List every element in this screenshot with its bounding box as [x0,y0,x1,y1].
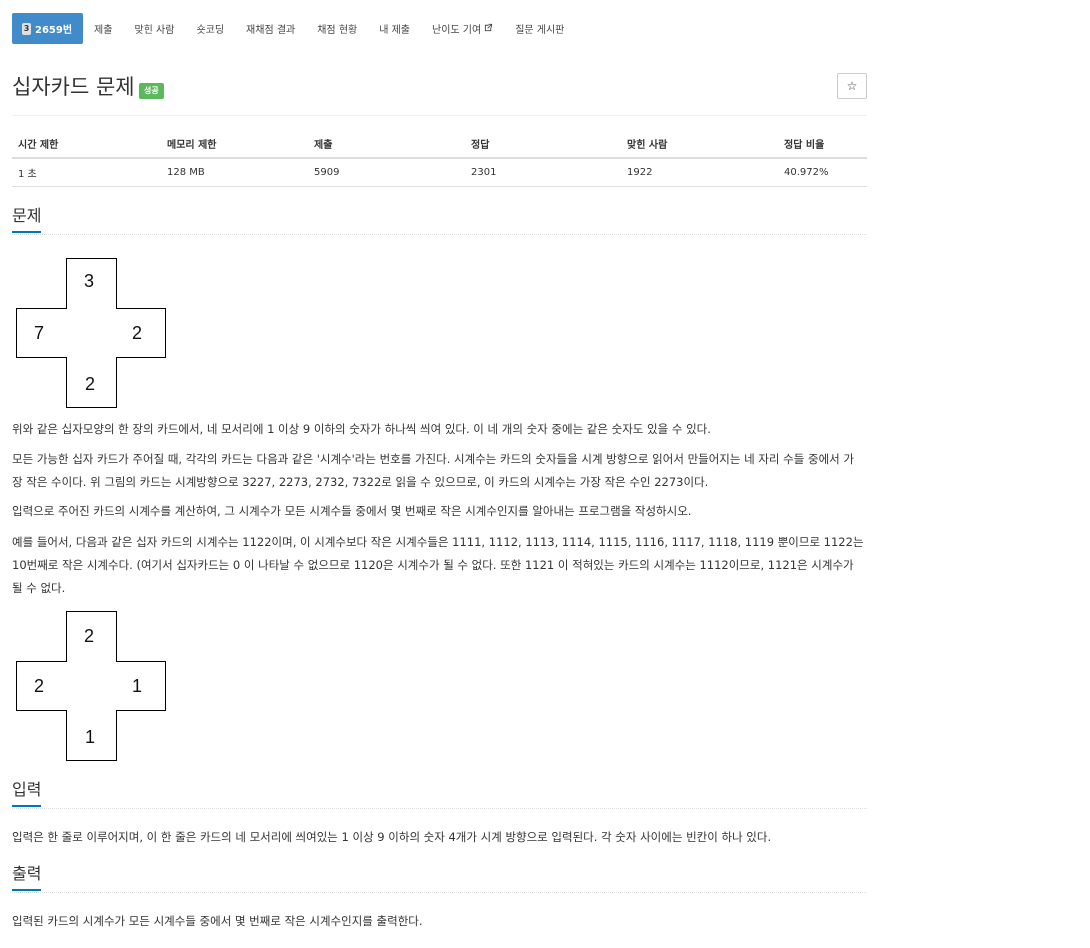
nav-judge-status[interactable]: 채점 현황 [306,13,368,44]
header-accept-ratio: 정답 비율 [778,130,867,159]
nav-difficulty-contribute[interactable]: 난이도 기여 [421,13,504,44]
header-solved-users: 맞힌 사람 [621,130,778,159]
description-paragraph-4: 예를 들어서, 다음과 같은 십자 카드의 시계수는 1122이며, 이 시계수… [12,535,864,595]
star-icon: ☆ [846,79,858,93]
input-heading: 입력 [12,779,42,807]
problem-title-row: 십자카드 문제 성공 ☆ [12,73,867,113]
card2-right-number: 1 [132,676,142,696]
info-value-row: 1 초 128 MB 5909 2301 1922 40.972% [12,158,867,187]
header-time-limit: 시간 제한 [12,130,161,159]
output-description: 입력된 카드의 시계수가 모든 시계수들 중에서 몇 번째로 작은 시계수인지를… [12,914,423,928]
status-badge: 성공 [139,83,164,99]
problem-id-label: 2659번 [35,25,73,36]
card1-left-number: 7 [34,323,44,343]
input-section-header: 입력 [12,779,867,809]
card1-top-number: 3 [84,271,94,291]
section-divider [12,892,867,893]
title-divider [12,115,867,116]
card2-bottom-number: 1 [85,727,95,747]
value-time-limit: 1 초 [12,158,161,187]
cross-card-figure-2: 2 2 1 1 [16,611,166,761]
value-submissions: 5909 [308,158,465,187]
problem-page: 3 2659번 제출 맞힌 사람 숏코딩 재채점 결과 채점 현황 내 제출 난… [0,0,1090,948]
section-divider [12,234,867,235]
nav-my-submissions[interactable]: 내 제출 [368,13,421,44]
tier-icon: 3 [22,22,31,35]
problem-info-table: 시간 제한 메모리 제한 제출 정답 맞힌 사람 정답 비율 1 초 128 M… [12,130,867,187]
card1-right-number: 2 [132,323,142,343]
nav-solved-users[interactable]: 맞힌 사람 [123,13,185,44]
header-accepted: 정답 [465,130,621,159]
nav-rejudge-result[interactable]: 재채점 결과 [235,13,306,44]
cross-card-figure-1: 3 7 2 2 [16,258,166,408]
problem-nav: 3 2659번 제출 맞힌 사람 숏코딩 재채점 결과 채점 현황 내 제출 난… [12,13,575,44]
card2-top-number: 2 [84,626,94,646]
description-paragraph-3: 입력으로 주어진 카드의 시계수를 계산하여, 그 시계수가 모든 시계수들 중… [12,504,692,518]
output-heading: 출력 [12,863,42,891]
description-paragraph-2: 모든 가능한 십자 카드가 주어질 때, 각각의 카드는 다음과 같은 '시계수… [12,452,854,489]
nav-short-coding[interactable]: 숏코딩 [185,13,235,44]
problem-title: 십자카드 문제 [12,75,135,99]
value-accept-ratio: 40.972% [778,158,867,187]
value-memory-limit: 128 MB [161,158,308,187]
nav-difficulty-label: 난이도 기여 [432,25,482,36]
nav-problem-id-tab[interactable]: 3 2659번 [12,13,84,44]
output-section-header: 출력 [12,863,867,893]
description-heading: 문제 [12,205,42,233]
header-submissions: 제출 [308,130,465,159]
nav-submit[interactable]: 제출 [83,13,123,44]
value-solved-users: 1922 [621,158,778,187]
description-section-header: 문제 [12,205,867,235]
card2-left-number: 2 [34,676,44,696]
favorite-star-button[interactable]: ☆ [837,73,867,99]
section-divider [12,808,867,809]
description-paragraph-1: 위와 같은 십자모양의 한 장의 카드에서, 네 모서리에 1 이상 9 이하의… [12,422,711,436]
input-description: 입력은 한 줄로 이루어지며, 이 한 줄은 카드의 네 모서리에 씌여있는 1… [12,830,772,844]
nav-qna-board[interactable]: 질문 게시판 [504,13,575,44]
external-link-icon [484,23,493,35]
info-header-row: 시간 제한 메모리 제한 제출 정답 맞힌 사람 정답 비율 [12,130,867,159]
value-accepted: 2301 [465,158,621,187]
card1-bottom-number: 2 [85,374,95,394]
header-memory-limit: 메모리 제한 [161,130,308,159]
